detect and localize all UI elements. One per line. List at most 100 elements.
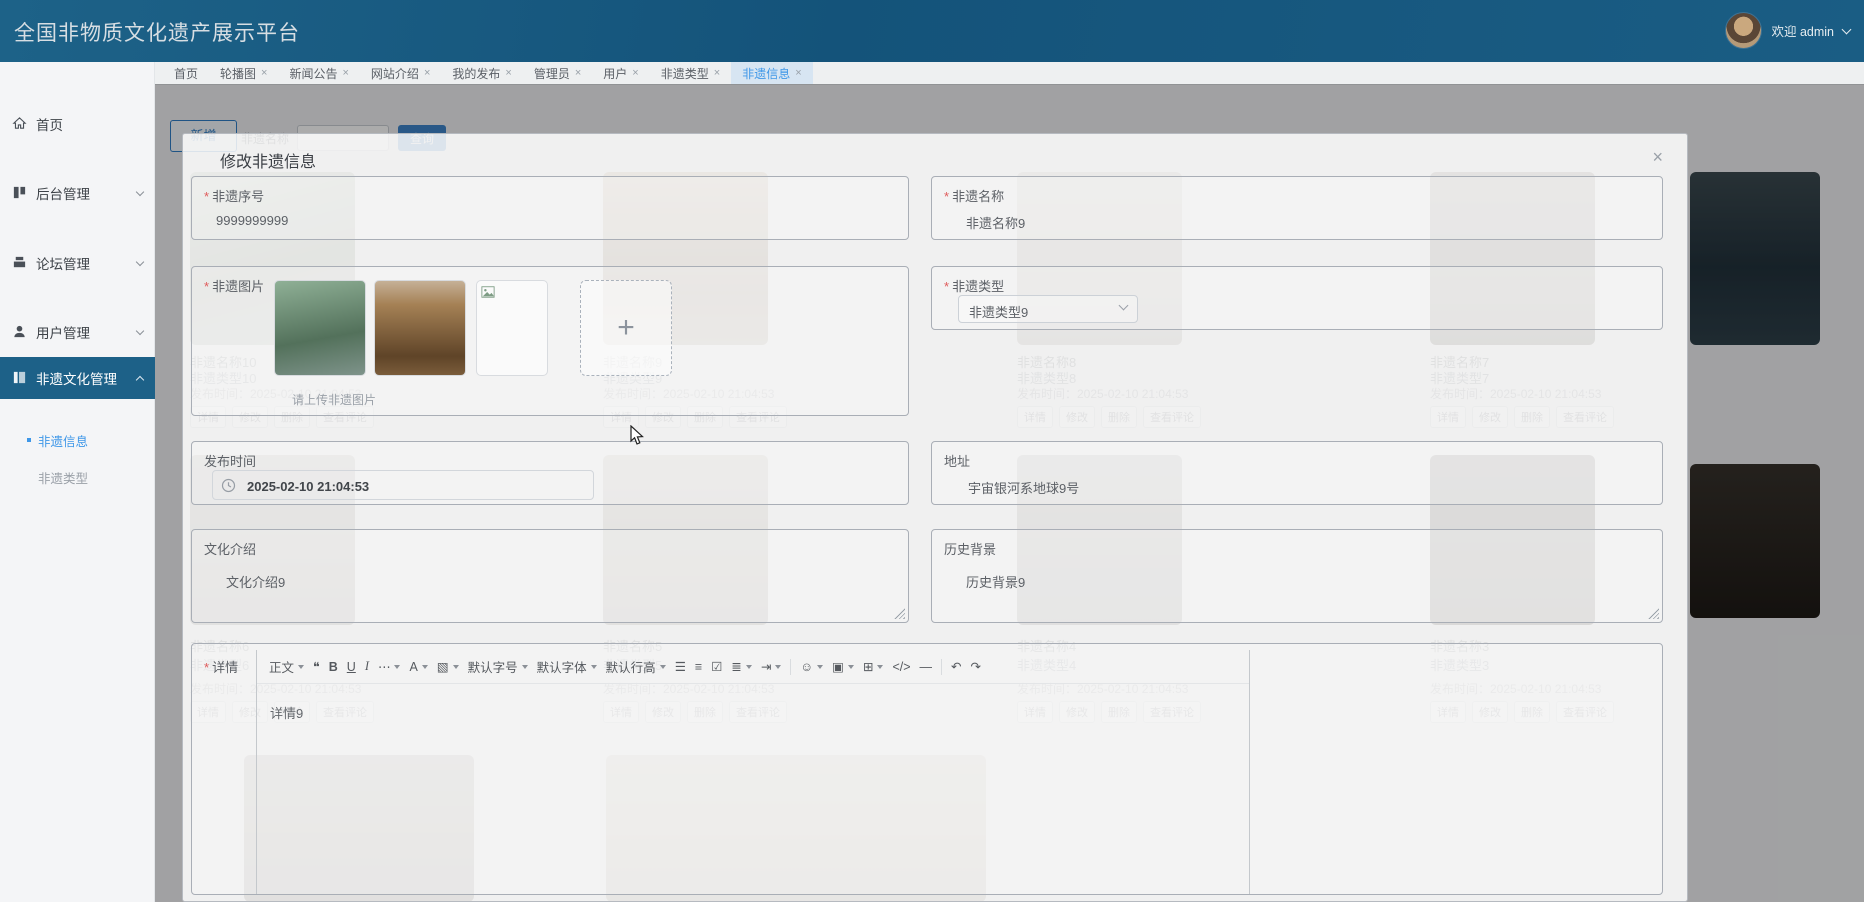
caret-down-icon	[877, 665, 883, 672]
close-icon[interactable]: ×	[424, 68, 430, 79]
field-value[interactable]: 非遗名称9	[966, 213, 1025, 232]
field-value[interactable]: 宇宙银河系地球9号	[968, 478, 1079, 497]
close-icon[interactable]: ×	[505, 68, 511, 79]
image-thumbnail-broken[interactable]	[476, 280, 548, 376]
field-culture-intro[interactable]: 文化介绍 文化介绍9	[191, 529, 909, 623]
toolbar-table-icon[interactable]: ⊞	[863, 659, 883, 674]
toolbar-glyph: ↷	[971, 659, 981, 674]
image-thumbnail[interactable]	[274, 280, 366, 376]
editor-content[interactable]: 详情9	[257, 684, 1249, 741]
sidebar-item-首页[interactable]: 首页	[0, 103, 155, 145]
field-heritage-type: *非遗类型 非遗类型9	[931, 266, 1663, 330]
field-value[interactable]: 9999999999	[216, 213, 288, 228]
toolbar-emoji-icon[interactable]: ☺	[800, 660, 823, 674]
toolbar-glyph: 默认行高	[606, 657, 656, 676]
home-icon	[12, 116, 28, 132]
toolbar-italic-icon[interactable]: I	[365, 659, 369, 674]
toolbar-glyph: —	[920, 660, 933, 674]
user-icon	[12, 324, 28, 340]
toolbar-glyph: ❝	[313, 659, 320, 674]
caret-down-icon	[775, 665, 781, 672]
toolbar-glyph: B	[329, 660, 338, 674]
sidebar-subitem-非遗类型[interactable]: 非遗类型	[0, 462, 155, 492]
toolbar-divider-icon[interactable]: —	[920, 660, 933, 674]
sidebar-item-后台管理[interactable]: 后台管理	[0, 172, 155, 214]
welcome-text: 欢迎 admin	[1771, 21, 1834, 40]
toolbar-image-icon[interactable]: ▣	[832, 659, 854, 674]
toolbar-underline-icon[interactable]: U	[347, 660, 356, 674]
close-icon[interactable]: ×	[575, 68, 581, 79]
chevron-down-icon	[136, 187, 144, 195]
close-icon[interactable]: ×	[795, 68, 801, 79]
required-marker: *	[944, 279, 949, 294]
sidebar-item-非遗文化管理[interactable]: 非遗文化管理	[0, 357, 155, 399]
image-thumbnail[interactable]	[374, 280, 466, 376]
toolbar-quote-icon[interactable]: ❝	[313, 659, 320, 674]
resize-handle[interactable]	[894, 608, 905, 619]
toolbar-justify-icon[interactable]: ≣	[731, 659, 751, 674]
sidebar-item-论坛管理[interactable]: 论坛管理	[0, 242, 155, 284]
field-value[interactable]: 历史背景9	[966, 572, 1025, 591]
caret-down-icon	[394, 665, 400, 672]
tab-非遗类型[interactable]: 非遗类型×	[650, 62, 731, 84]
field-heritage-image: *非遗图片 + 请上传非遗图片	[191, 266, 909, 416]
field-heritage-number[interactable]: *非遗序号 9999999999	[191, 176, 909, 240]
toolbar-ordered-list-icon[interactable]: ≡	[695, 660, 702, 674]
toolbar-glyph: I	[365, 659, 369, 674]
sidebar-item-用户管理[interactable]: 用户管理	[0, 311, 155, 353]
toolbar-code-block-icon[interactable]: </>	[892, 660, 910, 674]
toolbar-redo-icon[interactable]: ↷	[971, 659, 981, 674]
field-value[interactable]: 文化介绍9	[226, 572, 285, 591]
field-address[interactable]: 地址 宇宙银河系地球9号	[931, 441, 1663, 505]
tab-用户[interactable]: 用户×	[592, 62, 649, 84]
toolbar-glyph: 默认字体	[537, 657, 587, 676]
upload-image-button[interactable]: +	[580, 280, 672, 376]
tab-网站介绍[interactable]: 网站介绍×	[360, 62, 441, 84]
tab-轮播图[interactable]: 轮播图×	[209, 62, 278, 84]
close-icon[interactable]: ×	[632, 68, 638, 79]
tab-新闻公告[interactable]: 新闻公告×	[278, 62, 359, 84]
required-marker: *	[204, 189, 209, 204]
required-marker: *	[204, 660, 209, 675]
toolbar-font-family[interactable]: 默认字体	[537, 657, 597, 676]
toolbar-glyph: 正文	[269, 657, 294, 676]
toolbar-paragraph-style[interactable]: 正文	[269, 657, 304, 676]
tab-label: 我的发布	[452, 65, 500, 82]
type-select[interactable]: 非遗类型9	[958, 295, 1138, 323]
tab-非遗信息[interactable]: 非遗信息×	[731, 62, 812, 84]
avatar[interactable]	[1725, 12, 1762, 49]
datetime-input[interactable]: 2025-02-10 21:04:53	[212, 470, 594, 500]
toolbar-font-size[interactable]: 默认字号	[468, 657, 528, 676]
toolbar-glyph: ≡	[695, 660, 702, 674]
editor-toolbar: 正文 ❝ BUI ⋯ A ▧ 默认字号默认字体默认行高 ☰ ≡ ☑ ≣ ⇥ ☺ ▣ ⊞ </> — ↶ ↷	[257, 650, 1249, 684]
toolbar-todo-icon[interactable]: ☑	[711, 659, 722, 674]
edit-heritage-modal: 修改非遗信息 × *非遗序号 9999999999 *非遗名称 非遗名称9 *非…	[182, 133, 1688, 902]
sidebar: 首页后台管理论坛管理用户管理非遗文化管理非遗信息非遗类型	[0, 62, 155, 902]
toolbar-bg-color-icon[interactable]: ▧	[437, 659, 459, 674]
sidebar-subitem-非遗信息[interactable]: 非遗信息	[0, 425, 155, 455]
toolbar-more-styles-icon[interactable]: ⋯	[378, 659, 401, 674]
toolbar-indent-icon[interactable]: ⇥	[761, 659, 781, 674]
toolbar-line-height[interactable]: 默认行高	[606, 657, 666, 676]
clock-icon	[221, 478, 236, 493]
close-icon[interactable]: ×	[714, 68, 720, 79]
tab-我的发布[interactable]: 我的发布 ×	[441, 62, 522, 84]
toolbar-glyph: ▧	[437, 659, 449, 674]
field-history-background[interactable]: 历史背景 历史背景9	[931, 529, 1663, 623]
toolbar-glyph: 默认字号	[468, 657, 518, 676]
close-icon[interactable]: ×	[1652, 148, 1663, 166]
tab-首页[interactable]: 首页	[163, 62, 209, 84]
resize-handle[interactable]	[1648, 608, 1659, 619]
toolbar-font-color-icon[interactable]: A	[409, 660, 427, 674]
broken-image-icon	[481, 285, 495, 299]
toolbar-bullet-list-icon[interactable]: ☰	[675, 659, 686, 674]
user-menu[interactable]: 欢迎 admin	[1725, 12, 1850, 49]
close-icon[interactable]: ×	[342, 68, 348, 79]
toolbar-bold-icon[interactable]: B	[329, 660, 338, 674]
tab-管理员[interactable]: 管理员×	[523, 62, 592, 84]
rich-text-editor: 正文 ❝ BUI ⋯ A ▧ 默认字号默认字体默认行高 ☰ ≡ ☑ ≣ ⇥ ☺ ▣ ⊞ </> — ↶ ↷ 详情9	[256, 650, 1250, 894]
field-heritage-name[interactable]: *非遗名称 非遗名称9	[931, 176, 1663, 240]
chevron-down-icon	[1119, 301, 1129, 311]
close-icon[interactable]: ×	[261, 68, 267, 79]
toolbar-undo-icon[interactable]: ↶	[951, 659, 961, 674]
